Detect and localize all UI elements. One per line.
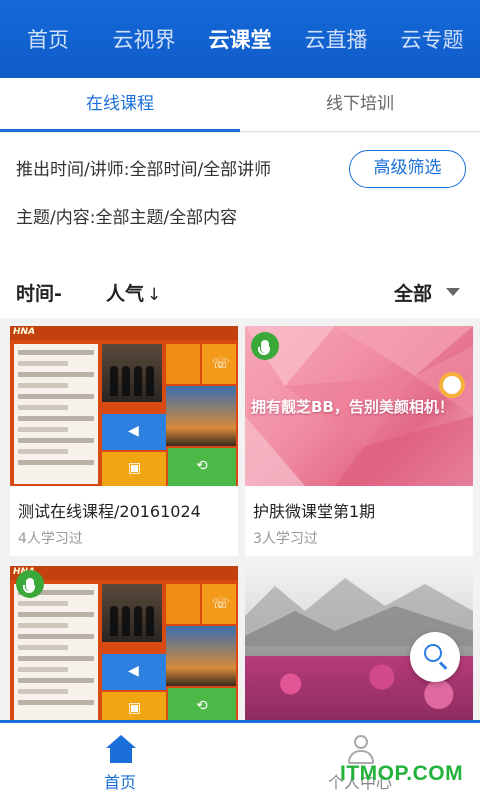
hna-logo: HNA xyxy=(13,327,36,337)
watermark: ITMOP.COM xyxy=(340,762,464,785)
search-icon-handle xyxy=(438,661,448,670)
top-nav-item-cloud-live[interactable]: 云直播 xyxy=(288,24,384,54)
bottom-nav-home[interactable]: 首页 xyxy=(0,723,240,800)
thumb-tile: ◀ xyxy=(102,414,166,450)
thumb-group-photo xyxy=(102,584,162,642)
category-dropdown[interactable]: 全部 xyxy=(394,279,432,306)
image-icon: ▣ xyxy=(128,700,142,716)
speaker-icon: ◀ xyxy=(128,423,139,439)
thumb-news-list xyxy=(14,344,98,484)
course-thumbnail: HNA ☏ ◀ ▣ ⟲ xyxy=(10,326,238,486)
filter-topic-content[interactable]: 主题/内容:全部主题/全部内容 xyxy=(16,203,237,228)
top-nav-bar: 首页 云视界 云课堂 云直播 云专题 xyxy=(0,0,480,78)
thumb-tile: ▣ xyxy=(102,452,166,486)
thumb-tile xyxy=(166,344,200,384)
sort-popularity-label: 人气 xyxy=(106,283,145,305)
microphone-icon xyxy=(251,332,279,360)
tab-offline-training[interactable]: 线下培训 xyxy=(240,78,480,131)
thumb-tile: ☏ xyxy=(202,584,236,624)
sort-by-popularity[interactable]: 人气 ↓ xyxy=(106,279,161,306)
course-learner-count: 4人学习过 xyxy=(18,531,83,547)
bottom-nav-bar: 首页 个人中心 xyxy=(0,720,480,800)
filter-panel: 推出时间/讲师:全部时间/全部讲师 高级筛选 主题/内容:全部主题/全部内容 时… xyxy=(0,133,480,318)
filter-time-teacher[interactable]: 推出时间/讲师:全部时间/全部讲师 xyxy=(16,155,271,180)
top-nav-item-cloud-classroom[interactable]: 云课堂 xyxy=(192,24,288,54)
top-nav-item-cloud-topic[interactable]: 云专题 xyxy=(384,24,480,54)
search-icon xyxy=(424,644,442,662)
top-nav-item-home[interactable]: 首页 xyxy=(0,24,96,54)
thumb-slogan: 拥有靓芝BB，告别美颜相机！ xyxy=(251,398,454,416)
image-icon: ▣ xyxy=(128,460,142,476)
thumb-tower-photo xyxy=(166,386,236,446)
course-card[interactable]: HNA ☏ ◀ ▣ ⟲ 测试在线课程/20161024 4人学习过 xyxy=(10,326,238,556)
sub-tab-bar: 在线课程 线下培训 xyxy=(0,78,480,132)
thumb-header-bar xyxy=(10,326,238,340)
phone-icon: ☏ xyxy=(212,356,230,372)
course-title: 护肤微课堂第1期 xyxy=(253,502,376,521)
phone-icon: ☏ xyxy=(212,596,230,612)
arrow-down-icon: ↓ xyxy=(147,285,162,305)
course-thumbnail: HNA ☏ ◀ ▣ ⟲ xyxy=(10,566,238,726)
sort-by-time[interactable]: 时间- xyxy=(16,279,62,306)
thumb-tile xyxy=(166,584,200,624)
refresh-icon: ⟲ xyxy=(196,458,208,474)
course-card[interactable]: HNA ☏ ◀ ▣ ⟲ xyxy=(10,566,238,726)
home-icon xyxy=(106,735,136,765)
refresh-icon: ⟲ xyxy=(196,698,208,714)
advanced-filter-button[interactable]: 高级筛选 xyxy=(349,150,466,188)
course-learner-count: 3人学习过 xyxy=(253,531,318,547)
thumb-tile: ◀ xyxy=(102,654,166,690)
caret-down-icon[interactable] xyxy=(446,288,460,296)
sort-bar: 时间- 人气 ↓ 全部 xyxy=(0,271,480,311)
top-nav-item-cloud-vision[interactable]: 云视界 xyxy=(96,24,192,54)
microphone-icon xyxy=(16,570,44,598)
bottom-nav-home-label: 首页 xyxy=(103,773,136,792)
thumb-tower-photo xyxy=(166,626,236,686)
thumb-tile: ⟲ xyxy=(168,448,236,486)
tab-online-courses[interactable]: 在线课程 xyxy=(0,78,240,132)
camera-lens-icon xyxy=(439,372,465,398)
thumb-tile: ☏ xyxy=(202,344,236,384)
search-button[interactable] xyxy=(410,632,460,682)
thumb-news-list xyxy=(14,584,98,724)
course-thumbnail: 拥有靓芝BB，告别美颜相机！ xyxy=(245,326,473,486)
thumb-group-photo xyxy=(102,344,162,402)
speaker-icon: ◀ xyxy=(128,663,139,679)
thumb-header-bar xyxy=(10,566,238,580)
course-card[interactable]: 拥有靓芝BB，告别美颜相机！ 护肤微课堂第1期 3人学习过 xyxy=(245,326,473,556)
course-title: 测试在线课程/20161024 xyxy=(18,502,201,521)
